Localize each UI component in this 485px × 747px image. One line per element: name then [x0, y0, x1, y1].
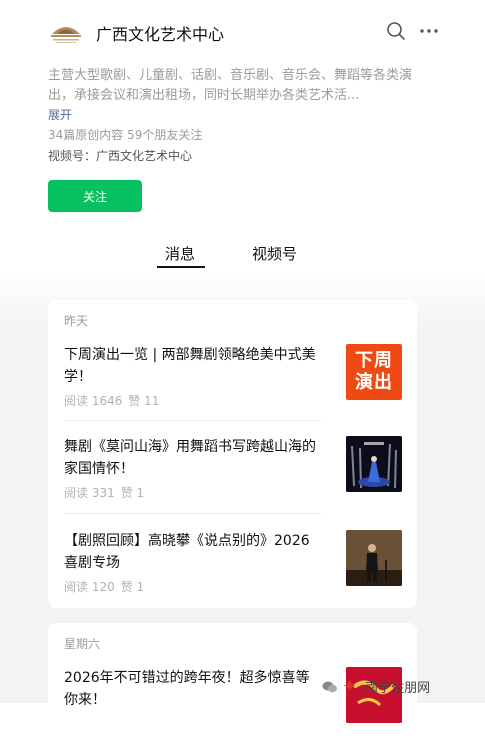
divider	[64, 513, 321, 514]
read-count: 阅读 1646	[64, 394, 123, 408]
watermark: ✦ 南宁住朋网	[322, 676, 430, 697]
article-thumbnail: 下周 演出	[346, 344, 402, 400]
article-title: 舞剧《莫问山海》用舞蹈书写跨越山海的家国情怀！	[64, 439, 316, 477]
account-description: 主营大型歌剧、儿童剧、话剧、音乐剧、音乐会、舞蹈等各类演出，承接会议和演出租场，…	[48, 68, 413, 103]
article-item[interactable]: 下周演出一览 | 两部舞剧领略绝美中式美学！ 阅读 1646 赞 11 下周 演出	[64, 344, 402, 424]
article-thumbnail	[346, 436, 402, 492]
article-item[interactable]: 舞剧《莫问山海》用舞蹈书写跨越山海的家国情怀！ 阅读 331 赞 1	[64, 436, 402, 516]
article-title: 2026年不可错过的跨年夜！超多惊喜等你来！	[64, 670, 310, 708]
account-name: 广西文化艺术中心	[96, 25, 225, 44]
article-meta: 阅读 120 赞 1	[64, 578, 144, 595]
watermark-logo-icon: ✦	[342, 676, 358, 697]
divider	[64, 420, 321, 421]
article-meta: 阅读 1646 赞 11	[64, 392, 159, 409]
wechat-icon	[322, 681, 337, 692]
follow-button[interactable]: 关注	[48, 180, 142, 212]
article-meta: 阅读 331 赞 1	[64, 484, 144, 501]
more-icon[interactable]	[417, 20, 441, 42]
active-tab-indicator	[157, 266, 205, 268]
day-label: 昨天	[64, 314, 89, 328]
watermark-text: 南宁住朋网	[365, 681, 431, 696]
channels-link[interactable]: 视频号：广西文化艺术中心	[48, 147, 192, 164]
expand-link[interactable]: 展开	[48, 106, 72, 123]
article-thumbnail	[346, 530, 402, 586]
like-count: 赞 1	[120, 486, 145, 500]
thumbnail-text: 演出	[355, 372, 393, 393]
article-title: 下周演出一览 | 两部舞剧领略绝美中式美学！	[64, 347, 316, 385]
tab-messages[interactable]: 消息	[165, 243, 195, 264]
like-count: 赞 1	[120, 580, 145, 594]
search-icon[interactable]	[385, 20, 407, 42]
article-title: 【剧照回顾】高晓攀《说点别的》2026喜剧专场	[64, 533, 310, 571]
message-group-yesterday: 昨天 下周演出一览 | 两部舞剧领略绝美中式美学！ 阅读 1646 赞 11 下周…	[48, 300, 417, 608]
read-count: 阅读 331	[64, 486, 115, 500]
day-label: 星期六	[64, 637, 101, 651]
like-count: 赞 11	[128, 394, 160, 408]
tab-video-channel[interactable]: 视频号	[252, 243, 297, 264]
article-item[interactable]: 【剧照回顾】高晓攀《说点别的》2026喜剧专场 阅读 120 赞 1	[64, 530, 402, 610]
account-logo[interactable]	[48, 16, 84, 46]
read-count: 阅读 120	[64, 580, 115, 594]
account-header: 广西文化艺术中心	[48, 14, 438, 50]
account-stats: 34篇原创内容 59个朋友关注	[48, 128, 203, 142]
thumbnail-text: 下周	[355, 350, 393, 371]
